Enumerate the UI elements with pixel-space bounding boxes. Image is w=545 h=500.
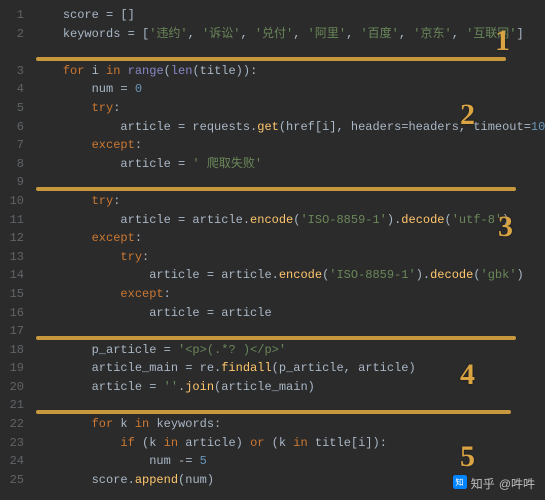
line-number: 16 <box>0 304 24 323</box>
code-line[interactable]: try: <box>34 99 545 118</box>
code-line[interactable]: p_article = '<p>(.*? )</p>' <box>34 341 545 360</box>
code-line[interactable] <box>34 322 545 341</box>
line-number: 18 <box>0 341 24 360</box>
code-line[interactable]: article = ' 爬取失败' <box>34 155 545 174</box>
line-number: 5 <box>0 99 24 118</box>
code-line[interactable] <box>34 173 545 192</box>
line-number: 15 <box>0 285 24 304</box>
line-number: 11 <box>0 211 24 230</box>
code-editor: 1234567891011121314151617181920212223242… <box>0 0 545 500</box>
line-number: 2 <box>0 25 24 62</box>
line-number: 10 <box>0 192 24 211</box>
line-number: 19 <box>0 359 24 378</box>
code-line[interactable]: except: <box>34 229 545 248</box>
code-line[interactable]: except: <box>34 285 545 304</box>
line-number: 25 <box>0 471 24 490</box>
code-line[interactable]: try: <box>34 192 545 211</box>
code-line[interactable]: article_main = re.findall(p_article, art… <box>34 359 545 378</box>
zhihu-logo-icon: 知 <box>453 475 467 492</box>
line-number: 6 <box>0 118 24 137</box>
line-number: 7 <box>0 136 24 155</box>
line-number: 24 <box>0 452 24 471</box>
line-number: 9 <box>0 173 24 192</box>
code-line[interactable]: article = article <box>34 304 545 323</box>
watermark-user: @吽吽 <box>499 475 535 492</box>
code-line[interactable]: num = 0 <box>34 80 545 99</box>
line-number: 23 <box>0 434 24 453</box>
line-number: 21 <box>0 396 24 415</box>
code-line[interactable]: for i in range(len(title)): <box>34 62 545 81</box>
line-number: 13 <box>0 248 24 267</box>
line-number-gutter: 1234567891011121314151617181920212223242… <box>0 6 34 500</box>
code-line[interactable]: article = requests.get(href[i], headers=… <box>34 118 545 137</box>
svg-text:知: 知 <box>455 477 463 487</box>
code-line[interactable]: except: <box>34 136 545 155</box>
code-line[interactable]: if (k in article) or (k in title[i]): <box>34 434 545 453</box>
code-line[interactable]: num -= 5 <box>34 452 545 471</box>
code-line[interactable]: score = [] <box>34 6 545 25</box>
line-number: 8 <box>0 155 24 174</box>
line-number: 22 <box>0 415 24 434</box>
code-line[interactable] <box>34 396 545 415</box>
code-line[interactable]: try: <box>34 248 545 267</box>
watermark-site: 知乎 <box>471 475 495 492</box>
code-line[interactable]: article = article.encode('ISO-8859-1').d… <box>34 266 545 285</box>
line-number: 1 <box>0 6 24 25</box>
code-line[interactable]: article = article.encode('ISO-8859-1').d… <box>34 211 545 230</box>
line-number: 14 <box>0 266 24 285</box>
watermark: 知 知乎 @吽吽 <box>453 475 535 492</box>
line-number: 12 <box>0 229 24 248</box>
code-line[interactable]: keywords = ['违约', '诉讼', '兑付', '阿里', '百度'… <box>34 25 545 62</box>
line-number: 3 <box>0 62 24 81</box>
code-area[interactable]: score = [] keywords = ['违约', '诉讼', '兑付',… <box>34 6 545 500</box>
code-line[interactable]: article = ''.join(article_main) <box>34 378 545 397</box>
line-number: 4 <box>0 80 24 99</box>
code-line[interactable]: for k in keywords: <box>34 415 545 434</box>
line-number: 20 <box>0 378 24 397</box>
line-number: 17 <box>0 322 24 341</box>
